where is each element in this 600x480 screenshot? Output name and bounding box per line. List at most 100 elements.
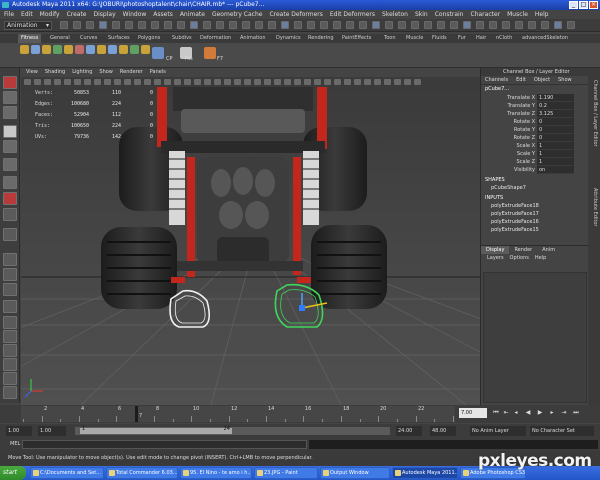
status-line-tool-icon[interactable] [125, 21, 133, 29]
taskbar-item[interactable]: 23.JPG - Paint [254, 467, 318, 479]
step-back-frame-icon[interactable]: ◂ [512, 409, 520, 417]
side-tab-channel-box[interactable]: Channel Box / Layer Editor [590, 80, 598, 147]
attribute-value-field[interactable]: 1 [537, 150, 574, 158]
panel-toolbar-icon[interactable] [114, 79, 121, 85]
toolbox-tool-icon[interactable] [3, 253, 17, 266]
shelf-tab-general[interactable]: General [50, 34, 70, 43]
shelf-tool-icon[interactable] [119, 45, 128, 54]
status-line-tool-icon[interactable] [385, 21, 393, 29]
selected-object-name[interactable]: pCube7... [481, 85, 588, 94]
status-line-tool-icon[interactable] [320, 21, 328, 29]
shelf-tool-icon[interactable] [64, 45, 73, 54]
shelf-tool-icon[interactable] [75, 45, 84, 54]
panel-toolbar-icon[interactable] [274, 79, 281, 85]
attribute-value-field[interactable]: 0 [537, 118, 574, 126]
status-line-tool-icon[interactable] [411, 21, 419, 29]
status-line-tool-icon[interactable] [177, 21, 185, 29]
layer-tab-anim[interactable]: Anim [537, 246, 560, 254]
toolbox-tool-icon[interactable] [3, 176, 17, 189]
status-line-tool-icon[interactable] [398, 21, 406, 29]
attribute-name[interactable]: Rotate Z [481, 134, 537, 142]
attribute-value-field[interactable]: 1.190 [537, 94, 574, 102]
layer-tab-display[interactable]: Display [481, 246, 510, 254]
menu-animate[interactable]: Animate [180, 10, 205, 19]
shelf-tab-polygons[interactable]: Polygons [138, 34, 160, 43]
status-line-tool-icon[interactable] [333, 21, 341, 29]
menu-help[interactable]: Help [535, 10, 549, 19]
panel-toolbar-icon[interactable] [174, 79, 181, 85]
shelf-tab-subdivs[interactable]: Subdivs [172, 34, 192, 43]
attribute-name[interactable]: Translate Z [481, 110, 537, 118]
panel-toolbar-icon[interactable] [54, 79, 61, 85]
panel-menu-renderer[interactable]: Renderer [120, 68, 143, 77]
channel-box-menu-show[interactable]: Show [558, 76, 572, 84]
menu-geometry-cache[interactable]: Geometry Cache [212, 10, 262, 19]
attribute-name[interactable]: Rotate X [481, 118, 537, 126]
menu-file[interactable]: File [4, 10, 14, 19]
panel-toolbar-icon[interactable] [104, 79, 111, 85]
toolbox-tool-icon[interactable] [3, 358, 17, 371]
taskbar-item[interactable]: 95. El Nino - te amo i h... [180, 467, 252, 479]
status-line-tool-icon[interactable] [528, 21, 536, 29]
start-time-field[interactable]: 1.00 [6, 426, 32, 436]
layer-menu-options[interactable]: Options [510, 254, 529, 263]
panel-toolbar-icon[interactable] [44, 79, 51, 85]
status-line-tool-icon[interactable] [450, 21, 458, 29]
status-line-tool-icon[interactable] [86, 21, 94, 29]
menu-assets[interactable]: Assets [153, 10, 173, 19]
layer-tab-render[interactable]: Render [509, 246, 537, 254]
menu-window[interactable]: Window [123, 10, 147, 19]
panel-toolbar-icon[interactable] [284, 79, 291, 85]
taskbar-item[interactable]: Autodesk Maya 2011... [392, 467, 458, 479]
menu-skeleton[interactable]: Skeleton [382, 10, 408, 19]
shelf-tab-curves[interactable]: Curves [80, 34, 97, 43]
status-line-tool-icon[interactable] [463, 21, 471, 29]
status-line-tool-icon[interactable] [99, 21, 107, 29]
taskbar-item[interactable]: C:\Documents and Set... [30, 467, 104, 479]
close-button[interactable]: × [589, 1, 598, 9]
shelf-tool-icon[interactable] [86, 45, 95, 54]
status-line-tool-icon[interactable] [515, 21, 523, 29]
anim-layer-select[interactable]: No Anim Layer [470, 426, 526, 436]
status-line-tool-icon[interactable] [203, 21, 211, 29]
panel-toolbar-icon[interactable] [374, 79, 381, 85]
attribute-name[interactable]: Visibility [481, 166, 537, 174]
panel-toolbar-icon[interactable] [74, 79, 81, 85]
attribute-value-field[interactable]: on [537, 166, 574, 174]
attribute-name[interactable]: Scale Y [481, 150, 537, 158]
toolbox-tool-icon[interactable] [3, 158, 17, 171]
shelf-tool-icon[interactable] [97, 45, 106, 54]
shelf-tool-icon[interactable] [152, 47, 164, 59]
status-line-tool-icon[interactable] [112, 21, 120, 29]
panel-toolbar-icon[interactable] [324, 79, 331, 85]
panel-menu-panels[interactable]: Panels [150, 68, 166, 77]
status-line-tool-icon[interactable] [242, 21, 250, 29]
status-line-tool-icon[interactable] [424, 21, 432, 29]
shelf-tool-icon[interactable] [108, 45, 117, 54]
play-backward-icon[interactable]: ◀ [524, 409, 532, 417]
minimize-button[interactable]: _ [569, 1, 578, 9]
attribute-name[interactable]: Rotate Y [481, 126, 537, 134]
attribute-name[interactable]: Scale X [481, 142, 537, 150]
menu-set-select[interactable]: Animation ▾ [4, 21, 52, 30]
taskbar-item[interactable]: Output Window [320, 467, 390, 479]
current-frame-marker[interactable] [135, 406, 138, 422]
toolbox-tool-icon[interactable] [3, 91, 17, 104]
attribute-value-field[interactable]: 0 [537, 134, 574, 142]
attribute-value-field[interactable]: 3.125 [537, 110, 574, 118]
step-forward-frame-icon[interactable]: ▸ [548, 409, 556, 417]
playback-end-field[interactable]: 24.00 [396, 426, 422, 436]
toolbox-tool-icon[interactable] [3, 372, 17, 385]
toolbox-tool-icon[interactable] [3, 192, 17, 205]
panel-toolbar-icon[interactable] [164, 79, 171, 85]
panel-toolbar-icon[interactable] [24, 79, 31, 85]
layer-menu-help[interactable]: Help [535, 254, 546, 263]
toolbox-tool-icon[interactable] [3, 283, 17, 296]
shelf-tab-rendering[interactable]: Rendering [308, 34, 334, 43]
status-line-tool-icon[interactable] [138, 21, 146, 29]
toolbox-tool-icon[interactable] [3, 344, 17, 357]
status-line-tool-icon[interactable] [216, 21, 224, 29]
go-to-end-icon[interactable]: ⏭ [572, 409, 580, 417]
status-line-tool-icon[interactable] [554, 21, 562, 29]
taskbar-item[interactable]: Total Commander 6.03... [106, 467, 178, 479]
